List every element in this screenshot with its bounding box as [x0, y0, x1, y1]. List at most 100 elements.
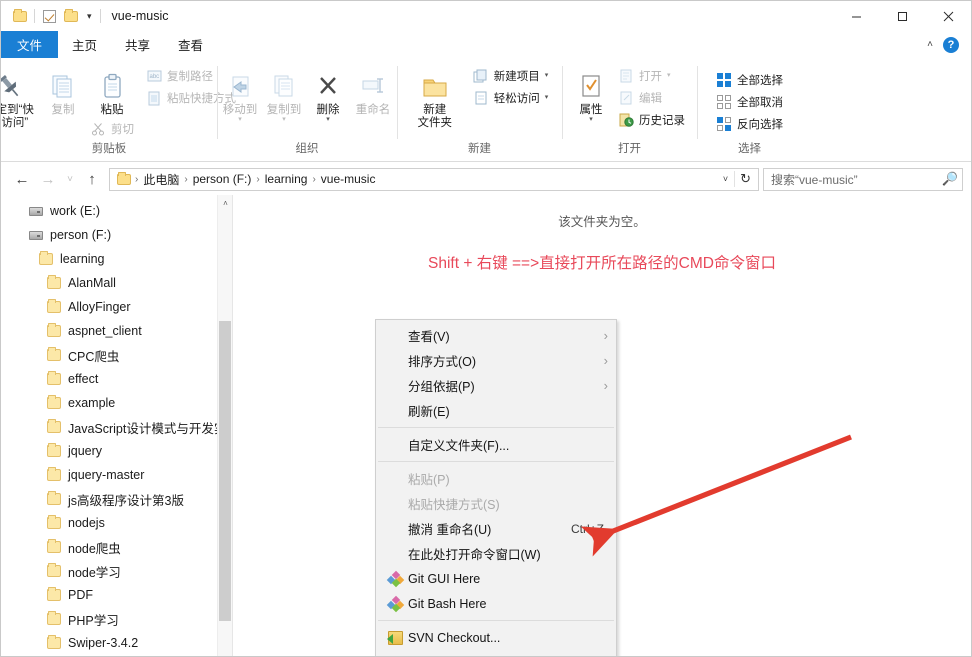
- tree-item-learning[interactable]: learning: [1, 247, 232, 271]
- chevron-down-icon[interactable]: ▾: [545, 72, 549, 79]
- tree-item-label: learning: [60, 252, 105, 266]
- folder-icon: [45, 491, 62, 505]
- breadcrumb-item-3[interactable]: vue-music: [317, 172, 380, 186]
- context-menu-item-tortoisesvn[interactable]: TortoiseSVN ›: [376, 650, 616, 656]
- properties-button[interactable]: 属性 ▾: [570, 62, 612, 123]
- invert-selection-icon: [716, 116, 732, 132]
- tree-item-aspnet-client[interactable]: aspnet_client: [1, 319, 232, 343]
- help-icon[interactable]: ?: [943, 36, 959, 53]
- chevron-down-icon[interactable]: ▾: [545, 94, 549, 101]
- delete-button[interactable]: 删除 ▾: [306, 62, 350, 123]
- invert-selection-label: 反向选择: [737, 119, 783, 131]
- refresh-icon[interactable]: ↻: [734, 171, 756, 187]
- history-icon: [618, 112, 634, 128]
- tree-item-js-advanced[interactable]: js高级程序设计第3版: [1, 487, 232, 511]
- navigation-pane: work (E:) person (F:) learning AlanMall …: [1, 195, 233, 656]
- tree-item-nodejs[interactable]: nodejs: [1, 511, 232, 535]
- context-menu-item-sort-by[interactable]: 排序方式(O) ›: [376, 348, 616, 373]
- scroll-up-icon[interactable]: ˄: [218, 195, 232, 211]
- up-button[interactable]: ↑: [79, 166, 105, 192]
- checkbox-icon[interactable]: [38, 5, 60, 27]
- folder-icon: [45, 395, 62, 409]
- tree-item-pdf[interactable]: PDF: [1, 583, 232, 607]
- folder-icon: [45, 323, 62, 337]
- tab-view[interactable]: 查看: [164, 31, 217, 58]
- context-menu-item-customize-folder[interactable]: 自定义文件夹(F)...: [376, 432, 616, 457]
- context-menu-item-svn-checkout[interactable]: SVN Checkout...: [376, 625, 616, 650]
- tree-item-work-e[interactable]: work (E:): [1, 199, 232, 223]
- search-box[interactable]: 搜索“vue-music” 🔍: [763, 167, 963, 191]
- chevron-down-icon[interactable]: ▾: [282, 116, 286, 123]
- chevron-down-icon[interactable]: ▾: [326, 116, 330, 123]
- tree-item-alloyfinger[interactable]: AlloyFinger: [1, 295, 232, 319]
- search-icon[interactable]: 🔍: [942, 171, 958, 187]
- scrollbar-thumb[interactable]: [219, 321, 231, 621]
- tree-item-node-study[interactable]: node学习: [1, 559, 232, 583]
- copy-button[interactable]: 复制: [40, 62, 86, 117]
- edit-button[interactable]: 编辑: [614, 88, 689, 108]
- close-icon[interactable]: [925, 1, 971, 31]
- breadcrumb[interactable]: › 此电脑 › person (F:) › learning › vue-mus…: [109, 167, 759, 191]
- context-menu-item-open-command-window[interactable]: 在此处打开命令窗口(W): [376, 541, 616, 566]
- pin-to-quick-access-button[interactable]: 固定到“快 速访问”: [1, 62, 40, 130]
- easy-access-button[interactable]: 轻松访问 ▾: [469, 88, 553, 108]
- chevron-down-icon[interactable]: ▾: [82, 11, 97, 21]
- folder-icon[interactable]: [9, 5, 31, 27]
- context-menu-item-view[interactable]: 查看(V) ›: [376, 323, 616, 348]
- folder-icon[interactable]: [60, 5, 82, 27]
- breadcrumb-item-0[interactable]: 此电脑: [139, 171, 183, 188]
- tree-item-example[interactable]: example: [1, 391, 232, 415]
- back-button[interactable]: ←: [9, 166, 35, 192]
- tree-item-alanmall[interactable]: AlanMall: [1, 271, 232, 295]
- tab-share[interactable]: 共享: [111, 31, 164, 58]
- new-item-button[interactable]: 新建项目 ▾: [469, 66, 553, 86]
- history-button[interactable]: 历史记录: [614, 110, 689, 130]
- chevron-down-icon[interactable]: ▾: [589, 116, 593, 123]
- tree-item-swiper[interactable]: Swiper-3.4.2: [1, 631, 232, 655]
- context-menu-item-refresh[interactable]: 刷新(E): [376, 398, 616, 423]
- tree-item-javascript-design-patterns[interactable]: JavaScript设计模式与开发实践: [1, 415, 232, 439]
- tree-item-jquery-master[interactable]: jquery-master: [1, 463, 232, 487]
- minimize-icon[interactable]: [833, 1, 879, 31]
- move-to-button[interactable]: 移动到 ▾: [218, 62, 262, 123]
- cut-button[interactable]: 剪切: [86, 119, 138, 139]
- folder-icon: [45, 611, 62, 625]
- copy-to-button[interactable]: 复制到 ▾: [262, 62, 306, 123]
- context-menu-item-undo-rename[interactable]: 撤消 重命名(U) Ctrl+Z: [376, 516, 616, 541]
- tree-item-jquery[interactable]: jquery: [1, 439, 232, 463]
- context-menu-item-group-by[interactable]: 分组依据(P) ›: [376, 373, 616, 398]
- tab-file[interactable]: 文件: [1, 31, 59, 58]
- paste-button[interactable]: 粘贴: [89, 62, 135, 117]
- edit-icon: [618, 90, 634, 106]
- tree-item-php-study[interactable]: PHP学习: [1, 607, 232, 631]
- collapse-ribbon-icon[interactable]: ˄: [927, 39, 933, 50]
- rename-button[interactable]: 重命名: [350, 62, 396, 117]
- tree-item-cpc-crawler[interactable]: CPC爬虫: [1, 343, 232, 367]
- search-input[interactable]: 搜索“vue-music”: [771, 171, 942, 188]
- tab-home[interactable]: 主页: [58, 31, 112, 58]
- context-menu-item-git-bash-here[interactable]: Git Bash Here: [376, 591, 616, 616]
- maximize-icon[interactable]: [879, 1, 925, 31]
- scissors-icon: [90, 121, 106, 137]
- recent-locations-button[interactable]: ˅: [61, 166, 79, 192]
- tree-item-label: jquery: [68, 444, 103, 458]
- select-all-button[interactable]: 全部选择: [712, 70, 787, 90]
- edit-label: 编辑: [639, 93, 662, 105]
- chevron-down-icon[interactable]: ▾: [667, 72, 671, 79]
- tree-item-person-f[interactable]: person (F:): [1, 223, 232, 247]
- breadcrumb-item-1[interactable]: person (F:): [189, 172, 256, 186]
- tree-item-label: nodejs: [68, 516, 105, 530]
- invert-selection-button[interactable]: 反向选择: [712, 114, 787, 134]
- tree-item-node-crawler[interactable]: node爬虫: [1, 535, 232, 559]
- open-button[interactable]: 打开 ▾: [614, 66, 689, 86]
- chevron-down-icon[interactable]: ˅: [717, 174, 734, 184]
- context-menu-item-git-gui-here[interactable]: Git GUI Here: [376, 566, 616, 591]
- folder-icon: [45, 347, 62, 361]
- navigation-pane-scrollbar[interactable]: ˄: [217, 195, 232, 656]
- breadcrumb-item-2[interactable]: learning: [261, 172, 312, 186]
- tree-item-effect[interactable]: effect: [1, 367, 232, 391]
- forward-button[interactable]: →: [35, 166, 61, 192]
- chevron-down-icon[interactable]: ▾: [238, 116, 242, 123]
- new-folder-button[interactable]: 新建 文件夹: [407, 62, 463, 130]
- select-none-button[interactable]: 全部取消: [712, 92, 787, 112]
